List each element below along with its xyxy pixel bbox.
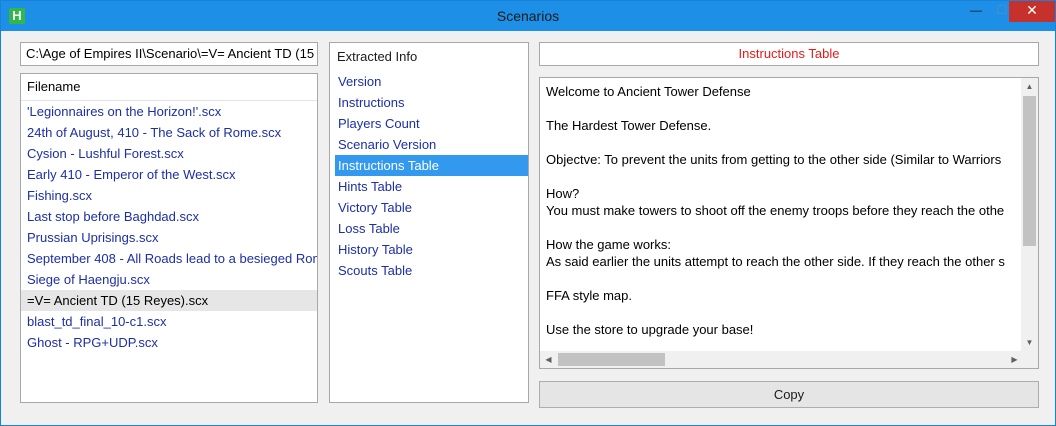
info-list-item[interactable]: Instructions Table <box>335 155 528 176</box>
content-line <box>546 304 1022 321</box>
content-line <box>546 270 1022 287</box>
content-line: The Hardest Tower Defense. <box>546 118 712 133</box>
scroll-left-arrow-icon[interactable]: ◀ <box>540 351 557 368</box>
window-title: Scenarios <box>496 8 560 24</box>
scrollbar-corner <box>1021 351 1038 368</box>
file-list-item[interactable]: =V= Ancient TD (15 Reyes).scx <box>21 290 317 311</box>
copy-button[interactable]: Copy <box>539 381 1039 408</box>
content-line <box>546 168 1022 185</box>
info-list-item[interactable]: Instructions <box>335 92 528 113</box>
close-button[interactable]: ✕ <box>1009 1 1055 22</box>
content-line <box>546 219 1022 236</box>
vertical-scroll-thumb[interactable] <box>1023 96 1036 246</box>
file-list-item[interactable]: Last stop before Baghdad.scx <box>21 206 317 227</box>
file-list-items: 'Legionnaires on the Horizon!'.scx 24th o… <box>21 101 317 353</box>
file-list-item[interactable]: Siege of Haengju.scx <box>21 269 317 290</box>
file-list-item[interactable]: Ghost - RPG+UDP.scx <box>21 332 317 353</box>
extracted-info-header: Extracted Info <box>337 49 418 64</box>
file-list-item[interactable]: September 408 - All Roads lead to a besi… <box>21 248 317 269</box>
extracted-info-list[interactable]: Extracted Info Version Instructions Player… <box>329 42 529 403</box>
info-list-item[interactable]: Players Count <box>335 113 528 134</box>
scenario-path-field[interactable]: C:\Age of Empires II\Scenario\=V= Ancien… <box>20 42 318 66</box>
content-line: Welcome to Ancient Tower Defense <box>546 84 751 99</box>
vertical-scrollbar[interactable]: ▲ ▼ <box>1021 78 1038 351</box>
info-list-item[interactable]: History Table <box>335 239 528 260</box>
content-line: Objectve: To prevent the units from gett… <box>546 152 1002 167</box>
content-line <box>546 134 1022 151</box>
content-line: Use the store to upgrade your base! <box>546 322 754 337</box>
file-list-item[interactable]: Cysion - Lushful Forest.scx <box>21 143 317 164</box>
file-list-item[interactable]: Early 410 - Emperor of the West.scx <box>21 164 317 185</box>
content-title: Instructions Table <box>539 42 1039 66</box>
info-list-item[interactable]: Hints Table <box>335 176 528 197</box>
scenarios-window: H Scenarios — ☐ ✕ C:\Age of Empires II\S… <box>0 0 1056 426</box>
info-list-item[interactable]: Loss Table <box>335 218 528 239</box>
content-line: FFA style map. <box>546 288 632 303</box>
file-list-item[interactable]: Fishing.scx <box>21 185 317 206</box>
horizontal-scroll-thumb[interactable] <box>558 353 665 366</box>
horizontal-scrollbar[interactable]: ◀ ▶ <box>540 351 1023 368</box>
minimize-button[interactable]: — <box>963 1 989 22</box>
content-line <box>546 100 1022 117</box>
info-list-item[interactable]: Version <box>335 71 528 92</box>
file-list-header[interactable]: Filename <box>21 74 317 101</box>
content-line: You must make towers to shoot off the en… <box>546 203 1005 218</box>
content-line: As said earlier the units attempt to rea… <box>546 254 1005 269</box>
title-bar[interactable]: H Scenarios — ☐ ✕ <box>1 1 1055 31</box>
file-list[interactable]: Filename 'Legionnaires on the Horizon!'.… <box>20 73 318 403</box>
file-list-item[interactable]: Prussian Uprisings.scx <box>21 227 317 248</box>
file-list-item[interactable]: 24th of August, 410 - The Sack of Rome.s… <box>21 122 317 143</box>
file-list-item[interactable]: blast_td_final_10-c1.scx <box>21 311 317 332</box>
content-line: How the game works: <box>546 237 671 252</box>
content-text[interactable]: Welcome to Ancient Tower Defense The Hard… <box>546 83 1022 351</box>
scroll-down-arrow-icon[interactable]: ▼ <box>1021 334 1038 351</box>
info-list-item[interactable]: Victory Table <box>335 197 528 218</box>
info-list-item[interactable]: Scenario Version <box>335 134 528 155</box>
content-line: How? <box>546 186 580 201</box>
file-list-item[interactable]: 'Legionnaires on the Horizon!'.scx <box>21 101 317 122</box>
content-textbox[interactable]: Welcome to Ancient Tower Defense The Hard… <box>539 77 1039 369</box>
scroll-up-arrow-icon[interactable]: ▲ <box>1021 78 1038 95</box>
extracted-info-items: Version Instructions Players Count Scenario… <box>330 69 528 281</box>
info-list-item[interactable]: Scouts Table <box>335 260 528 281</box>
